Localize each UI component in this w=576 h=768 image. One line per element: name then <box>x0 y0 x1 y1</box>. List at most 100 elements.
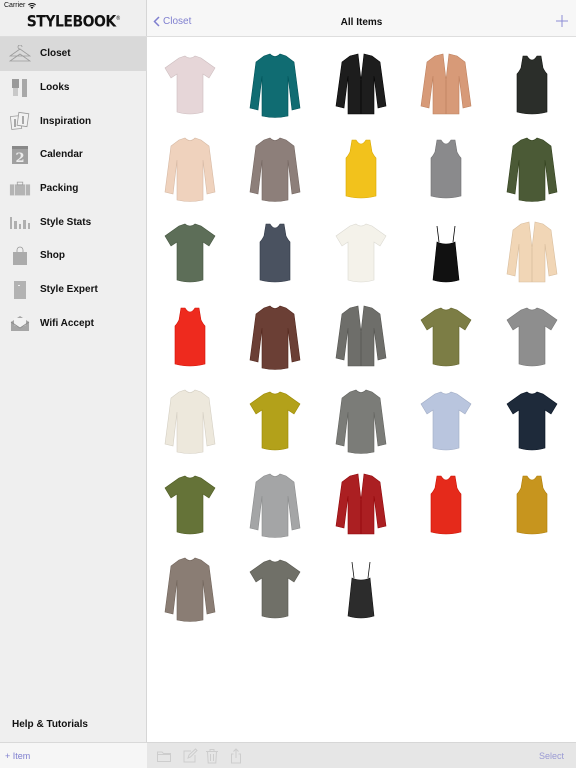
sidebar-item-calendar[interactable]: 2 Calendar <box>0 138 147 172</box>
clothing-item-image <box>174 307 205 367</box>
looks-icon <box>9 77 31 99</box>
page-title: All Items <box>340 17 383 28</box>
closet-item-plaid-flannel[interactable] <box>233 296 318 380</box>
sidebar-item-style-stats[interactable]: Style Stats <box>0 205 147 239</box>
envelope-icon <box>9 312 31 334</box>
closet-item-gray-ringer-tee[interactable] <box>233 548 318 632</box>
closet-item-black-cami[interactable] <box>404 212 489 296</box>
clothing-item-image <box>345 139 376 199</box>
clothing-item-image <box>335 389 386 454</box>
closet-item-peach-cardigan[interactable] <box>404 44 489 128</box>
clothing-item-image <box>164 223 215 283</box>
sidebar-item-style-expert[interactable]: Style Expert <box>0 273 147 307</box>
select-button[interactable]: Select <box>539 751 564 761</box>
sidebar-nav: Closet Looks Inspiration 2 Calendar Packing St… <box>0 37 147 340</box>
clothing-item-image <box>506 307 557 367</box>
app-logo: STYLEBOOK® <box>26 12 121 32</box>
closet-item-red-racerback-tank[interactable] <box>147 296 232 380</box>
sidebar-item-packing[interactable]: Packing <box>0 172 147 206</box>
clothing-item-image <box>335 53 386 115</box>
clothing-item-image <box>164 137 215 202</box>
clothing-item-image <box>249 53 301 118</box>
sidebar-item-label: Calendar <box>40 149 83 161</box>
calendar-icon: 2 <box>9 144 31 166</box>
help-tutorials-link[interactable]: Help & Tutorials <box>12 719 88 730</box>
inspiration-icon <box>9 110 31 132</box>
clothing-item-image <box>249 473 301 538</box>
sidebar-item-label: Packing <box>40 183 79 195</box>
closet-item-cream-button-shirt[interactable] <box>147 128 232 212</box>
share-icon[interactable] <box>228 748 244 764</box>
clothing-item-image <box>430 475 462 535</box>
clothing-item-image <box>420 307 472 367</box>
bottom-toolbar: Select <box>147 742 576 768</box>
closet-item-black-embellished-cardigan[interactable] <box>318 44 403 128</box>
closet-item-mustard-knit-tee[interactable] <box>233 380 318 464</box>
clothing-item-image <box>249 559 301 619</box>
clothing-item-image <box>506 137 557 202</box>
closet-item-gray-asymmetric-sweater[interactable] <box>318 380 403 464</box>
closet-item-teal-cowl-sweater[interactable] <box>233 44 318 128</box>
clothing-item-image <box>420 53 472 115</box>
sidebar-item-shop[interactable]: Shop <box>0 239 147 273</box>
closet-item-olive-tunic[interactable] <box>147 464 232 548</box>
closet-item-red-cardigan[interactable] <box>318 464 403 548</box>
closet-item-gray-vneck-sweater[interactable] <box>233 464 318 548</box>
clothing-item-image <box>164 557 215 622</box>
sidebar-item-label: Wifi Accept <box>40 317 94 329</box>
sidebar-item-label: Style Expert <box>40 284 98 296</box>
clothing-item-image <box>164 475 215 535</box>
sidebar-item-inspiration[interactable]: Inspiration <box>0 104 147 138</box>
closet-item-taupe-hoodie[interactable] <box>233 128 318 212</box>
closet-item-white-wrap-top[interactable] <box>318 212 403 296</box>
sidebar-item-wifi-accept[interactable]: Wifi Accept <box>0 307 147 341</box>
closet-item-gray-vneck-tee[interactable] <box>489 296 574 380</box>
closet-item-olive-longsleeve[interactable] <box>489 128 574 212</box>
clothing-item-image <box>420 391 472 451</box>
clothing-item-image <box>249 391 301 451</box>
clothing-item-image <box>164 55 215 115</box>
closet-item-red-sleeveless-blouse[interactable] <box>404 464 489 548</box>
closet-item-gray-long-cardigan[interactable] <box>318 296 403 380</box>
sidebar-item-looks[interactable]: Looks <box>0 71 147 105</box>
trash-icon[interactable] <box>204 748 220 764</box>
closet-item-yellow-tank[interactable] <box>318 128 403 212</box>
clothing-item-image <box>432 225 460 283</box>
sidebar-item-closet[interactable]: Closet <box>0 37 147 71</box>
closet-item-floral-blouse[interactable] <box>404 380 489 464</box>
add-button[interactable] <box>556 12 568 32</box>
suitcase-icon <box>9 178 31 200</box>
closet-item-cream-cardigan[interactable] <box>489 212 574 296</box>
folder-icon[interactable] <box>156 748 172 764</box>
clothing-item-image <box>430 139 462 199</box>
closet-item-leopard-cami[interactable] <box>318 548 403 632</box>
closet-item-pink-tshirt[interactable] <box>147 44 232 128</box>
sidebar-footer: + Item <box>0 742 147 768</box>
closet-item-olive-boxy-tee[interactable] <box>147 212 232 296</box>
clothing-item-image <box>335 473 386 535</box>
clothing-item-image <box>259 223 291 283</box>
clothing-item-image <box>506 391 557 451</box>
sidebar-item-label: Shop <box>40 250 65 262</box>
clothing-item-image <box>516 55 547 115</box>
clothing-item-image <box>506 221 557 283</box>
closet-item-navy-vneck-tee[interactable] <box>489 380 574 464</box>
closet-item-black-sleeveless-top[interactable] <box>489 44 574 128</box>
plus-icon <box>556 15 568 27</box>
closet-item-navy-crop-tank[interactable] <box>233 212 318 296</box>
sidebar: STYLEBOOK® Closet Looks Inspiration 2 Calend… <box>0 0 147 768</box>
hanger-icon <box>9 43 31 65</box>
bar-chart-icon <box>9 211 31 233</box>
add-item-button[interactable]: + Item <box>5 751 30 761</box>
closet-item-gray-sleeveless-top[interactable] <box>404 128 489 212</box>
closet-item-mustard-ruffle-top[interactable] <box>489 464 574 548</box>
edit-icon[interactable] <box>182 748 198 764</box>
sidebar-item-label: Style Stats <box>40 216 92 228</box>
closet-item-striped-henley[interactable] <box>147 548 232 632</box>
closet-item-ivory-henley[interactable] <box>147 380 232 464</box>
nav-bar: Closet All Items <box>147 0 576 37</box>
clothing-item-image <box>249 305 301 370</box>
clothing-item-image <box>335 223 386 283</box>
closet-item-olive-tee[interactable] <box>404 296 489 380</box>
sidebar-item-label: Inspiration <box>40 115 92 127</box>
